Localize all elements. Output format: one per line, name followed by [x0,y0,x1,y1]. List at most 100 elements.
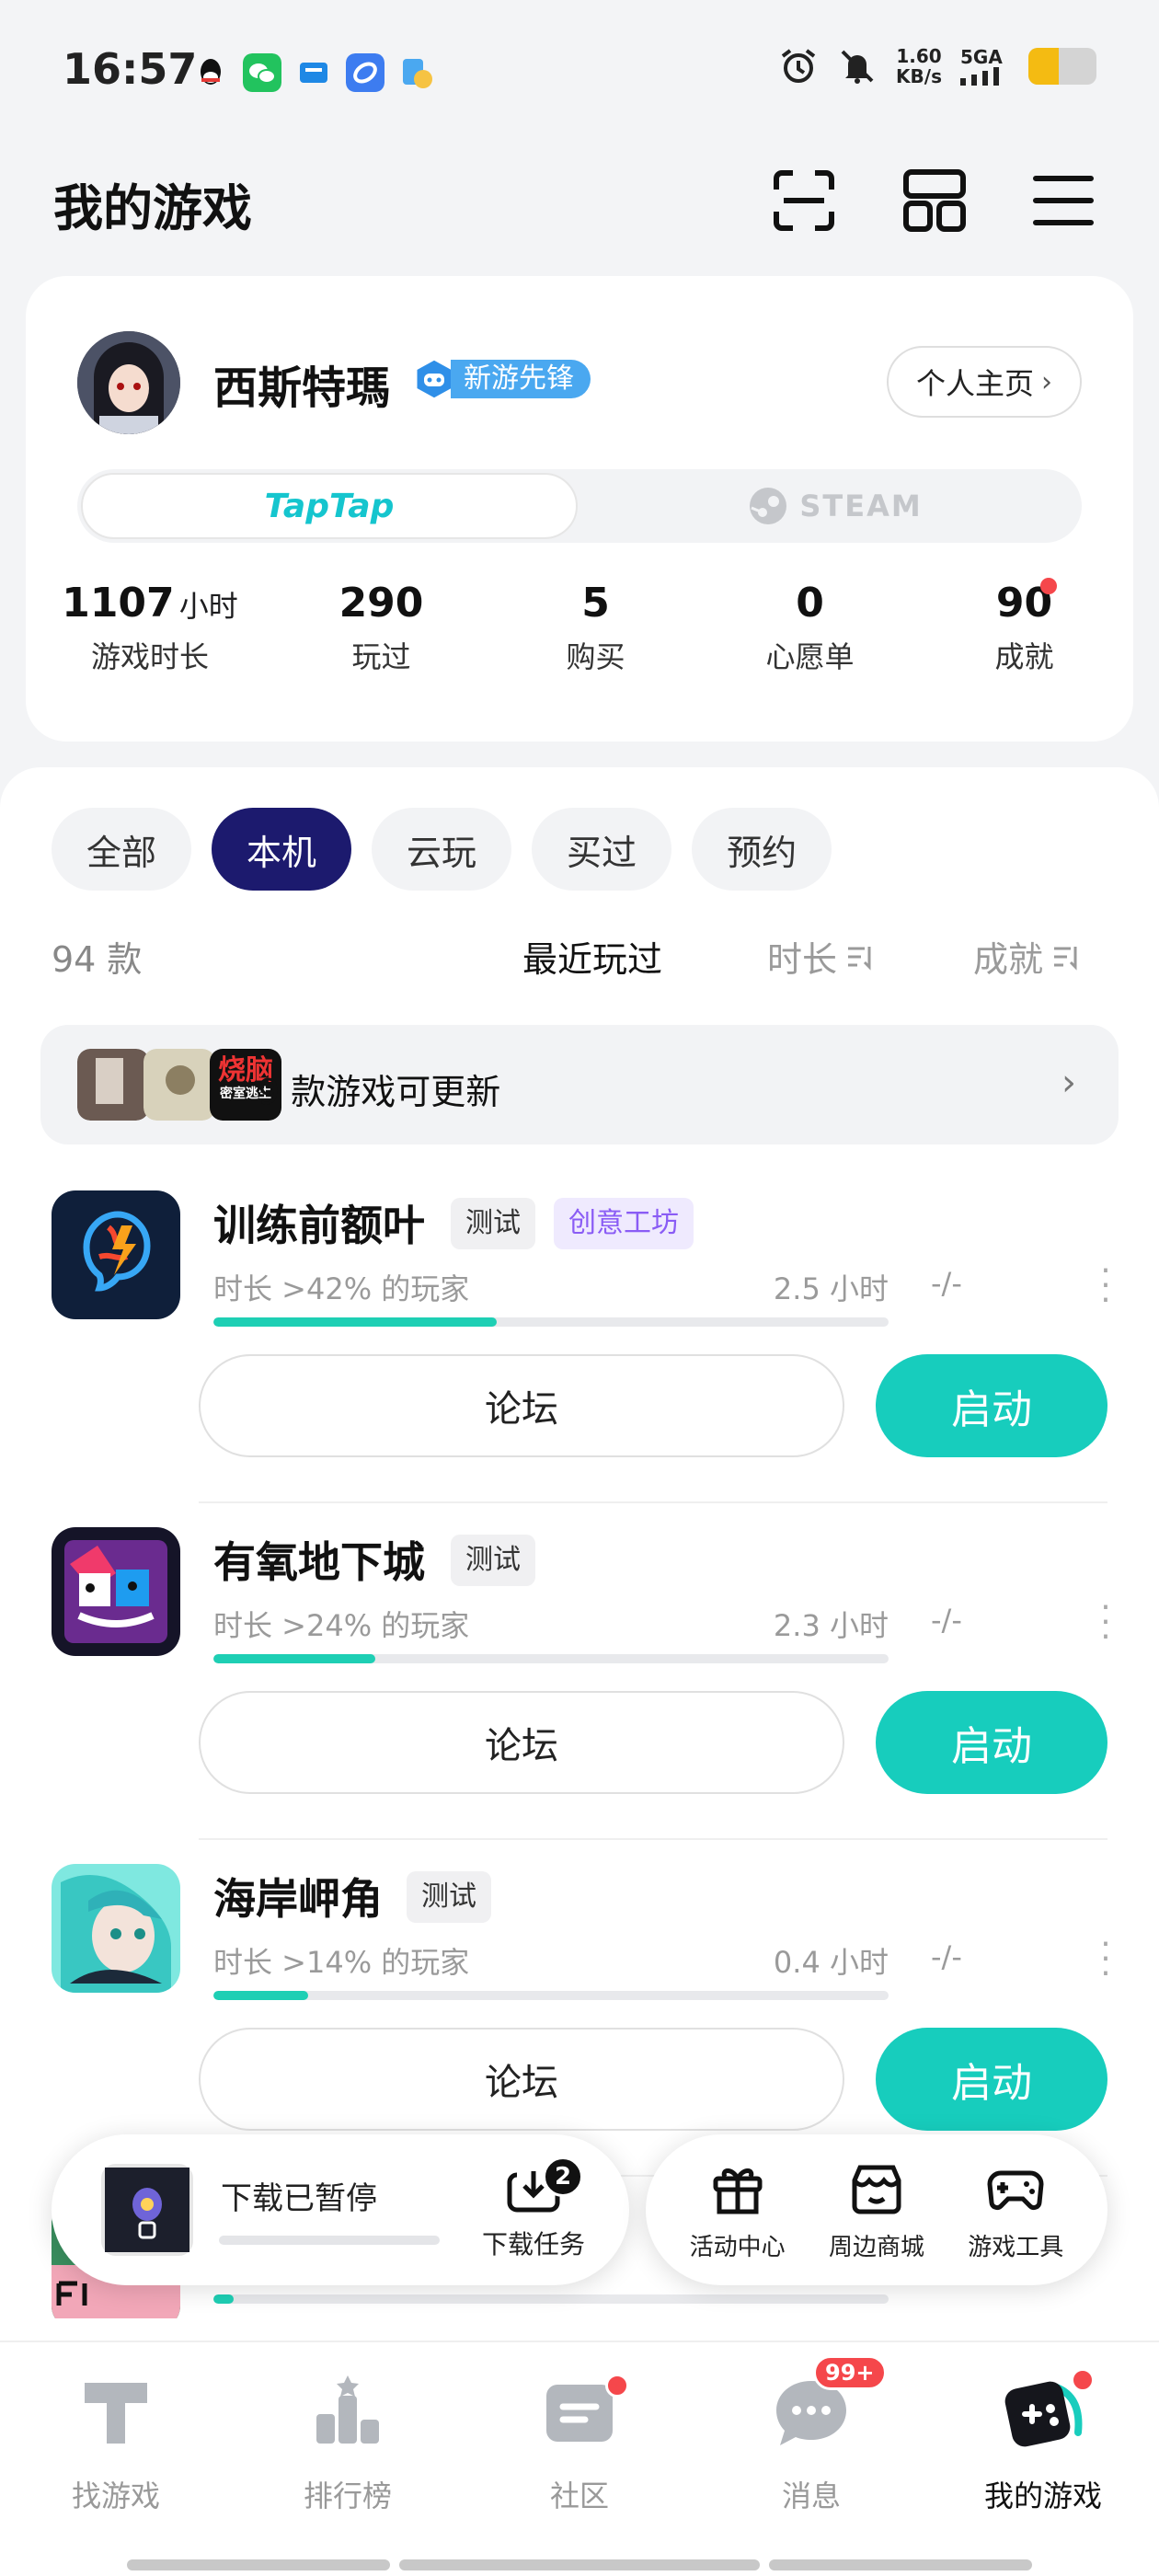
download-count-badge: 2 [543,2156,583,2197]
message-count-badge: 99+ [813,2355,887,2390]
game-thumbnail [77,1049,149,1121]
stat-wishlist[interactable]: 0 心愿单 [703,580,917,676]
filter-cloud[interactable]: 云玩 [372,808,512,891]
battery-icon [1028,48,1096,85]
playtime-percentile: 时长 >24% 的玩家 [213,1608,470,1643]
username: 西斯特瑪 [213,362,391,414]
game-count: 94 款 [52,939,143,980]
filter-all[interactable]: 全部 [52,808,192,891]
download-tasks-button[interactable]: 2 下载任务 [469,2156,598,2261]
achievement-count: -/- [931,1603,962,1638]
network-speed: 1.60 KB/s [896,45,942,87]
game-title[interactable]: 有氧地下城 [213,1529,425,1590]
achievement-count: -/- [931,1266,962,1301]
more-options-icon[interactable]: · · · [1096,1592,1115,1654]
game-row: 有氧地下城 测试 时长 >24% 的玩家 2.3 小时 -/- · · · 论坛 启… [0,1516,1159,1853]
activity-center-button[interactable]: 活动中心 [673,2158,802,2262]
page-title: 我的游戏 [53,179,252,237]
more-options-icon[interactable]: · · · [1096,1928,1115,1991]
game-title[interactable]: 训练前额叶 [213,1192,425,1253]
shop-icon [852,2165,901,2214]
forum-button[interactable]: 论坛 [199,1354,844,1457]
stat-played[interactable]: 290 玩过 [274,580,488,676]
download-status: 下载已暂停 [221,2180,377,2217]
download-progress [219,2236,440,2245]
forum-button[interactable]: 论坛 [199,1691,844,1794]
download-panel[interactable]: 下载已暂停 2 下载任务 [52,2134,629,2285]
filter-purchased[interactable]: 买过 [532,808,672,891]
filter-chips: 全部 本机 云玩 买过 预约 [52,808,832,891]
docs-icon [403,59,432,88]
homepage-link[interactable]: 个人主页 › [886,346,1082,418]
browser-icon [346,53,384,92]
mute-icon [841,50,874,84]
game-icon[interactable] [52,1190,180,1319]
menu-button[interactable] [1027,164,1100,237]
tab-steam[interactable]: STEAM [592,473,1078,539]
filter-reserved[interactable]: 预约 [692,808,832,891]
achievement-count: -/- [931,1939,962,1974]
app-header: 我的游戏 [0,147,1159,258]
user-badge: 新游先锋 [412,357,591,401]
stat-playtime[interactable]: 1107 小时 游戏时长 [26,580,274,676]
badge-gamepad-icon [414,357,454,401]
sort-row: 94 款 最近玩过 时长 成就 [0,924,1159,988]
chevron-right-icon: › [1041,365,1052,398]
divider [199,1501,1107,1503]
game-title[interactable]: 海岸岬角 [213,1866,383,1926]
game-row: 训练前额叶 测试 创意工坊 时长 >42% 的玩家 2.5 小时 -/- · · ·… [0,1179,1159,1516]
tools-panel: 活动中心 周边商城 游戏工具 [646,2134,1107,2285]
alarm-icon [781,49,816,83]
start-button[interactable]: 启动 [876,1691,1107,1794]
playtime-percentile: 时长 >14% 的玩家 [213,1945,470,1980]
status-bar: 16:57 1.60 KB/s 5GA [0,0,1159,147]
tag-test: 测试 [407,1871,491,1923]
sort-duration[interactable]: 时长 [767,931,876,982]
stat-purchased[interactable]: 5 购买 [488,580,703,676]
ranking-icon [316,2375,379,2444]
avatar[interactable] [77,331,180,434]
profile-card: 西斯特瑪 新游先锋 个人主页 › TapTap STEAM 1107 小时 游戏… [26,276,1133,742]
scan-button[interactable] [767,164,841,237]
sort-achievement[interactable]: 成就 [973,931,1082,982]
steam-icon [750,488,787,524]
tag-test: 测试 [451,1535,535,1586]
nav-ranking[interactable]: 排行榜 [232,2368,464,2515]
start-button[interactable]: 启动 [876,1354,1107,1457]
playtime-progress [213,2294,889,2304]
playtime-progress [213,1654,889,1663]
filter-local[interactable]: 本机 [212,808,352,891]
discover-icon [85,2383,147,2444]
grid-layout-icon [903,169,966,232]
merch-shop-button[interactable]: 周边商城 [812,2158,941,2262]
play-hours: 2.3 小时 [773,1608,889,1643]
forum-button[interactable]: 论坛 [199,2028,844,2131]
game-icon[interactable] [52,1864,180,1993]
nav-community[interactable]: 社区 [464,2368,695,2515]
gamepad-icon [987,2170,1044,2210]
start-button[interactable]: 启动 [876,2028,1107,2131]
nav-my-games[interactable]: 我的游戏 [927,2368,1159,2515]
tab-taptap[interactable]: TapTap [81,473,578,539]
sort-recent[interactable]: 最近玩过 [522,931,662,982]
profile-stats: 1107 小时 游戏时长 290 玩过 5 购买 0 心愿单 90 成就 [26,578,1133,676]
chevron-right-icon: › [1061,1062,1076,1104]
updates-banner[interactable]: 烧脑 密室逃生 9 款游戏可更新 › [40,1025,1119,1144]
chat-app-icon [300,63,327,83]
notification-dot [1071,2368,1095,2392]
notification-dot [1040,578,1057,594]
stat-achievements[interactable]: 90 成就 [917,578,1131,676]
playtime-progress [213,1317,889,1327]
nav-messages[interactable]: 99+ 消息 [695,2355,927,2515]
tag-workshop: 创意工坊 [554,1198,694,1249]
bottom-navigation: 找游戏 排行榜 社区 99+ 消息 我的游戏 [0,2340,1159,2576]
game-icon[interactable] [52,1527,180,1656]
more-options-icon[interactable]: · · · [1096,1255,1115,1317]
qq-icon [201,59,221,85]
game-tools-button[interactable]: 游戏工具 [951,2158,1080,2262]
download-game-thumbnail [101,2164,193,2256]
game-list-panel: 全部 本机 云玩 买过 预约 94 款 最近玩过 时长 成就 烧脑 密室逃生 9… [0,767,1159,2350]
home-indicator [769,2559,1032,2570]
layout-button[interactable] [898,164,971,237]
nav-discover[interactable]: 找游戏 [0,2368,232,2515]
